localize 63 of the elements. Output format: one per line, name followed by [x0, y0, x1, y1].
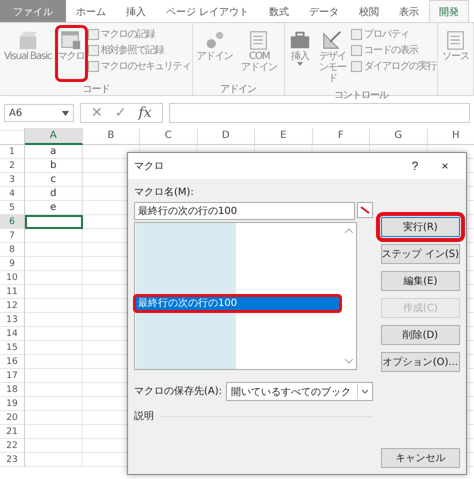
- cancel-button[interactable]: キャンセル: [380, 448, 460, 468]
- row-header[interactable]: 10: [0, 271, 25, 285]
- row-header[interactable]: 6: [0, 215, 25, 229]
- row-header[interactable]: 14: [0, 327, 25, 341]
- ribbon-tab[interactable]: 開発: [428, 0, 469, 22]
- location-dropdown[interactable]: 開いているすべてのブック: [226, 382, 373, 401]
- table-cell[interactable]: b: [25, 159, 82, 173]
- table-cell[interactable]: a: [25, 145, 82, 159]
- row-header[interactable]: 13: [0, 313, 25, 327]
- dialog-button[interactable]: 編集(E): [380, 271, 460, 291]
- row-header[interactable]: 17: [0, 369, 25, 383]
- row-header[interactable]: 8: [0, 243, 25, 257]
- row-header[interactable]: 22: [0, 439, 25, 453]
- dialog-button[interactable]: オプション(O)...: [380, 352, 460, 372]
- group-label: コード: [81, 83, 110, 95]
- help-button[interactable]: ?: [400, 158, 430, 174]
- dialog-button[interactable]: ステップ イン(S): [380, 244, 460, 264]
- column-header[interactable]: E: [255, 128, 312, 145]
- table-cell[interactable]: c: [25, 173, 82, 187]
- row-header[interactable]: 16: [0, 355, 25, 369]
- row-header[interactable]: 21: [0, 425, 25, 439]
- row-header[interactable]: 20: [0, 411, 25, 425]
- ribbon-tab[interactable]: 数式: [258, 0, 299, 22]
- ribbon-tab[interactable]: 校閲: [348, 0, 389, 22]
- column-header[interactable]: A: [25, 128, 82, 145]
- column-header[interactable]: F: [312, 128, 370, 145]
- row-header[interactable]: 9: [0, 257, 25, 271]
- ribbon-tab[interactable]: ページ レイアウト: [156, 0, 259, 22]
- ribbon-tab[interactable]: 挿入: [116, 0, 156, 22]
- row-header[interactable]: 1: [0, 145, 25, 159]
- row-header[interactable]: 15: [0, 341, 25, 355]
- group-label: アドイン: [219, 83, 258, 95]
- name-box[interactable]: A6: [4, 104, 74, 122]
- ribbon-tab[interactable]: ホーム: [66, 0, 116, 22]
- dialog-button[interactable]: 削除(D): [380, 325, 460, 345]
- row-header[interactable]: 12: [0, 299, 25, 313]
- column-header[interactable]: B: [82, 128, 140, 145]
- row-header[interactable]: 7: [0, 229, 25, 243]
- group-label: コントロール: [332, 89, 390, 101]
- macro-list-item[interactable]: 最終行の次の行の100: [133, 294, 342, 313]
- dialog-title: マクロ: [134, 160, 165, 173]
- row-header[interactable]: 11: [0, 285, 25, 299]
- table-cell[interactable]: e: [25, 201, 82, 215]
- macro-name-label: マクロ名(M):: [134, 186, 195, 199]
- ribbon-tab[interactable]: 表示: [388, 0, 429, 22]
- function-icon[interactable]: fx: [138, 105, 152, 121]
- row-header[interactable]: 23: [0, 453, 25, 467]
- table-cell[interactable]: d: [25, 187, 82, 201]
- description-label: 説明: [134, 410, 154, 423]
- column-header[interactable]: G: [370, 128, 428, 145]
- row-header[interactable]: 18: [0, 383, 25, 397]
- row-header[interactable]: 2: [0, 159, 25, 173]
- column-header[interactable]: D: [198, 128, 255, 145]
- row-header[interactable]: 4: [0, 187, 25, 201]
- column-header[interactable]: H: [428, 128, 474, 145]
- close-button[interactable]: ×: [430, 158, 460, 174]
- macro-list[interactable]: 最終行の次の行の100: [134, 222, 357, 370]
- ribbon-tab[interactable]: データ: [298, 0, 349, 22]
- row-header[interactable]: 19: [0, 397, 25, 411]
- column-header[interactable]: C: [140, 128, 198, 145]
- row-header[interactable]: 3: [0, 173, 25, 187]
- location-label: マクロの保存先(A):: [134, 384, 222, 398]
- macro-name-field[interactable]: 最終行の次の行の100: [134, 202, 355, 220]
